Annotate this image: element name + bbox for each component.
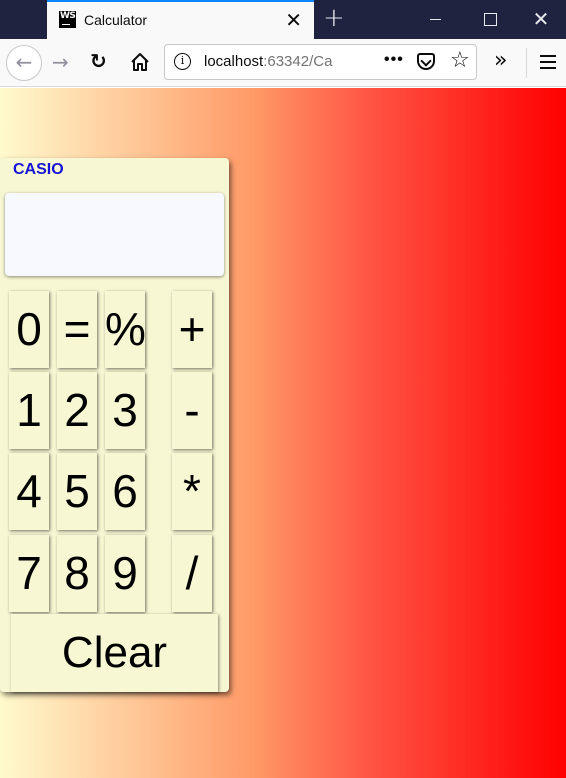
key-7[interactable]: 7	[9, 535, 49, 612]
key-5[interactable]: 5	[57, 453, 97, 530]
window-maximize-button[interactable]	[462, 0, 516, 39]
key-1[interactable]: 1	[9, 372, 49, 449]
reload-icon[interactable]: ↻	[90, 50, 107, 72]
window-minimize-button[interactable]	[408, 0, 462, 39]
key-2[interactable]: 2	[57, 372, 97, 449]
window-close-button[interactable]: ✕	[516, 0, 566, 39]
home-icon[interactable]	[129, 51, 151, 73]
key-minus[interactable]: -	[172, 372, 212, 449]
key-3[interactable]: 3	[105, 372, 145, 449]
url-text[interactable]: localhost:63342/Ca	[204, 53, 344, 70]
pocket-icon[interactable]	[417, 53, 435, 70]
key-6[interactable]: 6	[105, 453, 145, 530]
calculator: CASIO 0 = % + 1 2 3 - 4 5 6 * 7 8 9 / Cl…	[0, 158, 229, 692]
toolbar-overflow-icon[interactable]: »	[494, 49, 507, 73]
new-tab-icon[interactable]: +	[323, 5, 345, 31]
toolbar-divider	[526, 48, 527, 78]
browser-tab-strip: WS Calculator ✕ + ✕	[0, 0, 566, 39]
calculator-brand: CASIO	[13, 161, 64, 178]
back-arrow-icon[interactable]: ←	[6, 45, 42, 81]
key-9[interactable]: 9	[105, 535, 145, 612]
url-bar[interactable]: i localhost:63342/Ca ••• ☆	[164, 44, 477, 80]
browser-tab[interactable]: WS Calculator ✕	[47, 0, 314, 39]
webstorm-favicon-icon: WS	[59, 11, 76, 28]
key-percent[interactable]: %	[105, 291, 146, 368]
key-0[interactable]: 0	[9, 291, 49, 368]
bookmark-star-icon[interactable]: ☆	[450, 48, 470, 74]
page-viewport: CASIO 0 = % + 1 2 3 - 4 5 6 * 7 8 9 / Cl…	[0, 88, 566, 778]
url-path: :63342/Ca	[263, 53, 333, 70]
key-multiply[interactable]: *	[172, 453, 212, 530]
clear-button[interactable]: Clear	[11, 614, 218, 692]
key-4[interactable]: 4	[9, 453, 49, 530]
tab-title: Calculator	[84, 12, 148, 28]
site-info-icon[interactable]: i	[174, 53, 191, 70]
key-divide[interactable]: /	[172, 535, 212, 612]
navigation-toolbar: ← → ↻ i localhost:63342/Ca ••• ☆ »	[0, 39, 566, 87]
key-equals[interactable]: =	[57, 291, 97, 368]
url-host: localhost	[204, 53, 264, 70]
page-actions-menu-icon[interactable]: •••	[384, 51, 404, 69]
tab-close-icon[interactable]: ✕	[285, 10, 302, 30]
key-8[interactable]: 8	[57, 535, 97, 612]
calculator-display	[5, 193, 224, 276]
forward-arrow-icon[interactable]: →	[52, 51, 69, 73]
hamburger-menu-icon[interactable]	[540, 55, 556, 69]
key-plus[interactable]: +	[172, 291, 212, 368]
